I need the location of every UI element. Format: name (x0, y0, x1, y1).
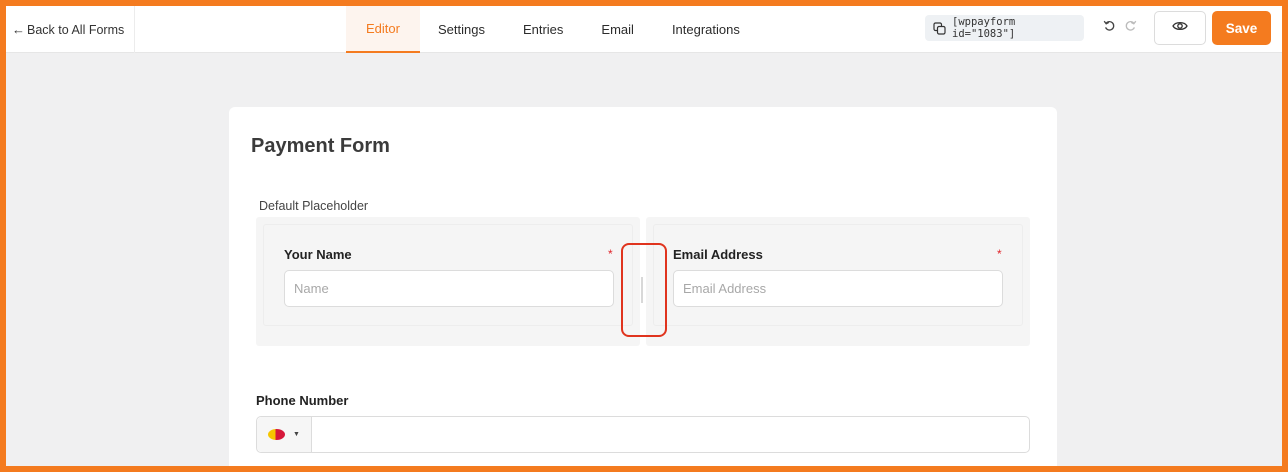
copy-icon (933, 21, 946, 35)
email-field-label: Email Address (673, 247, 763, 262)
phone-input[interactable] (312, 417, 1029, 452)
tab-entries[interactable]: Entries (503, 6, 583, 53)
eye-icon (1172, 19, 1188, 37)
app-frame: ← Back to All Forms Editor Settings Entr… (6, 6, 1282, 466)
shortcode-text: [wppayform id="1083"] (952, 16, 1016, 40)
back-to-forms-link[interactable]: ← Back to All Forms (12, 6, 135, 53)
required-marker: * (608, 247, 613, 261)
undo-icon[interactable] (1103, 19, 1116, 32)
name-input[interactable] (284, 270, 614, 307)
tab-editor[interactable]: Editor (346, 6, 420, 53)
caret-down-icon: ▼ (293, 431, 300, 438)
email-input[interactable] (673, 270, 1003, 307)
form-card: Payment Form Default Placeholder Your Na… (229, 107, 1057, 466)
resize-handle-highlight (621, 243, 667, 337)
tab-settings[interactable]: Settings (418, 6, 505, 53)
tab-bar: Editor Settings Entries Email Integratio… (346, 6, 758, 53)
form-title: Payment Form (251, 135, 390, 157)
tab-email[interactable]: Email (581, 6, 654, 53)
back-link-label: Back to All Forms (27, 22, 125, 37)
tab-integrations[interactable]: Integrations (652, 6, 760, 53)
phone-field: ▼ (256, 416, 1030, 453)
preview-button[interactable] (1154, 11, 1206, 45)
container-column-right[interactable]: Email Address * (646, 217, 1030, 346)
container-column-left[interactable]: Your Name * (256, 217, 640, 346)
shortcode-copy-button[interactable]: [wppayform id="1083"] (925, 15, 1084, 41)
save-button[interactable]: Save (1212, 11, 1271, 45)
history-controls (1103, 19, 1137, 32)
redo-icon[interactable] (1124, 19, 1137, 32)
country-code-select[interactable]: ▼ (257, 417, 312, 452)
phone-field-label: Phone Number (256, 393, 349, 408)
container-label: Default Placeholder (259, 199, 369, 213)
country-flag-icon (268, 429, 286, 440)
top-bar: ← Back to All Forms Editor Settings Entr… (6, 6, 1282, 53)
arrow-left-icon: ← (12, 22, 25, 37)
required-marker: * (997, 247, 1002, 261)
name-field-label: Your Name (284, 247, 352, 262)
